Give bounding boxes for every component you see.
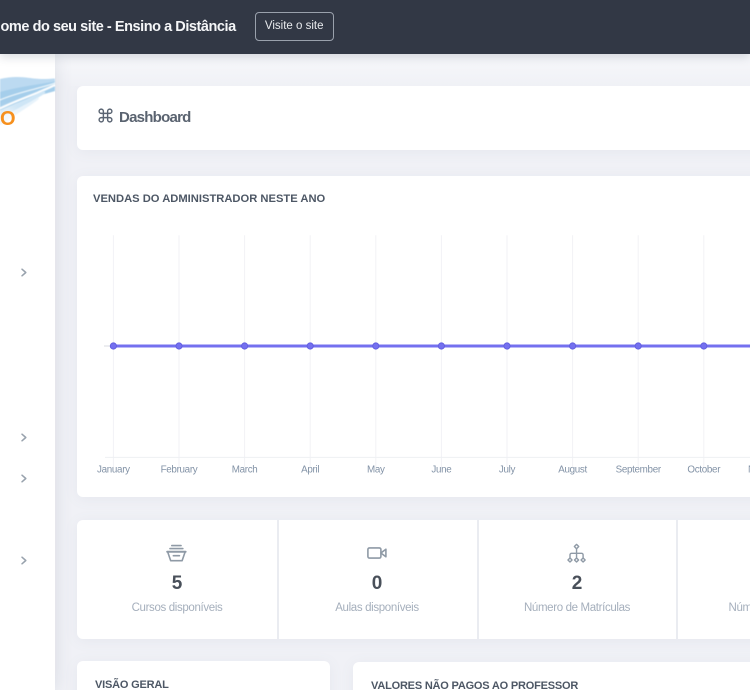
svg-text:August: August bbox=[558, 465, 587, 476]
svg-text:May: May bbox=[367, 465, 385, 476]
svg-text:June: June bbox=[431, 465, 452, 476]
svg-text:February: February bbox=[161, 465, 198, 476]
svg-text:October: October bbox=[687, 465, 721, 476]
svg-text:September: September bbox=[616, 465, 662, 476]
svg-text:July: July bbox=[499, 465, 516, 476]
svg-text:April: April bbox=[301, 465, 319, 476]
svg-text:January: January bbox=[97, 465, 130, 476]
svg-text:March: March bbox=[232, 465, 258, 476]
